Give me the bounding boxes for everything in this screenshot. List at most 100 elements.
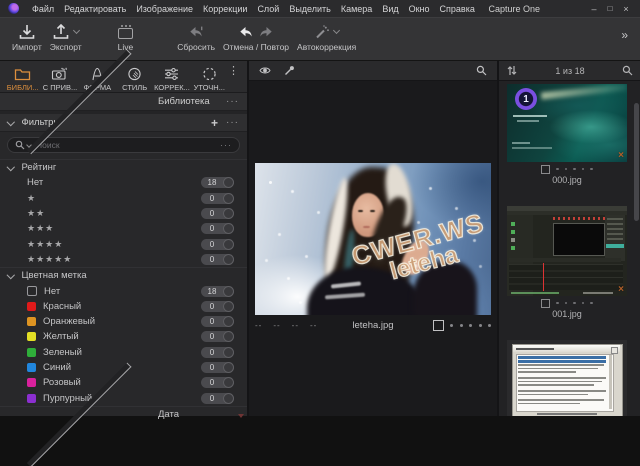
color-row-green[interactable]: Зеленый 0 [0, 345, 247, 360]
count-toggle[interactable]: 0 [201, 347, 234, 358]
menu-edit[interactable]: Редактировать [59, 4, 131, 14]
app-title: Capture One [488, 4, 540, 14]
count-toggle[interactable]: 0 [201, 393, 234, 404]
thumbnail-001[interactable]: × 001.jpg [507, 206, 627, 320]
color-tag-checkbox[interactable] [541, 299, 550, 308]
thumbnail-image[interactable] [507, 340, 627, 416]
thumbnail-002[interactable] [507, 340, 627, 416]
browser-scrollbar[interactable] [634, 103, 639, 221]
maximize-button[interactable]: □ [602, 4, 618, 13]
color-row-orange[interactable]: Оранжевый 0 [0, 314, 247, 329]
count-toggle[interactable]: 0 [201, 223, 234, 234]
main-toolbar: Импорт Экспорт Live Сбросить [0, 17, 640, 61]
proof-eye-icon[interactable] [259, 66, 271, 75]
rating-row-5star[interactable]: ★★★★★ 0 [0, 252, 247, 267]
color-row-purple[interactable]: Пурпурный 0 [0, 390, 247, 405]
color-tag-checkbox[interactable] [433, 320, 444, 331]
browser-zoom-icon[interactable] [622, 65, 633, 76]
snow-bokeh [269, 181, 272, 184]
viewer-zoom-icon[interactable] [476, 65, 487, 76]
count-toggle[interactable]: 0 [201, 316, 234, 327]
minimize-button[interactable]: – [586, 4, 602, 14]
autocorrect-dropdown-icon[interactable] [333, 26, 340, 33]
sort-icon[interactable] [506, 65, 518, 76]
library-section-header[interactable]: Библиотека ··· [0, 93, 247, 111]
undo-redo-button[interactable]: Отмена / Повтор [223, 18, 289, 60]
menu-help[interactable]: Справка [435, 4, 480, 14]
search-more-button[interactable]: ··· [220, 140, 232, 150]
count-toggle[interactable]: 0 [201, 254, 234, 265]
star-icon: ★★ [27, 208, 201, 219]
viewer-toolbar [249, 61, 497, 81]
tab-adjustments[interactable]: КОРРЕК... [153, 64, 190, 92]
toolbar-overflow-button[interactable]: » [617, 28, 632, 42]
browser-header: 1 из 18 [499, 61, 640, 81]
menu-camera[interactable]: Камера [336, 4, 377, 14]
color-row-pink[interactable]: Розовый 0 [0, 375, 247, 390]
count-toggle[interactable]: 0 [201, 377, 234, 388]
date-section-header[interactable]: Дата [0, 406, 247, 422]
count-toggle[interactable]: 18 [201, 286, 234, 297]
menu-file[interactable]: Файл [27, 4, 59, 14]
autocorrect-button[interactable]: Автокоррекция [297, 18, 356, 60]
redo-icon[interactable] [259, 26, 273, 38]
color-tag-checkbox[interactable] [541, 165, 550, 174]
count-toggle[interactable]: 0 [201, 193, 234, 204]
menu-layer[interactable]: Слой [252, 4, 284, 14]
rating-row-2star[interactable]: ★★ 0 [0, 206, 247, 221]
reset-label: Сбросить [177, 42, 215, 52]
close-button[interactable]: × [618, 4, 634, 14]
viewer-area: CWER.WS leteha -------- leteha.jpg [249, 61, 499, 416]
rating-dots[interactable] [550, 168, 593, 171]
color-row-none[interactable]: Нет 18 [0, 283, 247, 298]
import-button[interactable]: Импорт [12, 18, 42, 60]
chevron-down-icon [7, 271, 15, 279]
star-icon: ★★★★★ [27, 254, 201, 265]
menu-image[interactable]: Изображение [131, 4, 198, 14]
undo-icon[interactable] [239, 26, 253, 38]
rating-row-none[interactable]: Нет 18 [0, 175, 247, 190]
color-picker-icon[interactable] [284, 65, 295, 76]
filters-section-header[interactable]: Фильтры + ··· [0, 114, 247, 132]
menu-select[interactable]: Выделить [284, 4, 336, 14]
rating-row-4star[interactable]: ★★★★ 0 [0, 236, 247, 251]
capture-one-splash-logo: 1 [515, 88, 537, 110]
tab-capture[interactable]: С ПРИВ... [41, 64, 78, 92]
color-row-yellow[interactable]: Желтый 0 [0, 329, 247, 344]
image-counter: 1 из 18 [518, 66, 622, 76]
viewer-canvas[interactable]: CWER.WS leteha -------- leteha.jpg [249, 81, 497, 416]
tools-panel: БИБЛИ... С ПРИВ... ФОРМА [0, 61, 249, 416]
tab-library[interactable]: БИБЛИ... [4, 64, 41, 92]
menu-window[interactable]: Окно [404, 4, 435, 14]
count-toggle[interactable]: 0 [201, 331, 234, 342]
export-dropdown-icon[interactable] [73, 26, 80, 33]
tab-refine[interactable]: УТОЧН... [191, 64, 228, 92]
add-filter-button[interactable]: + [211, 118, 218, 128]
rating-section-header[interactable]: Рейтинг [0, 159, 247, 175]
color-swatch-green [27, 348, 36, 357]
rating-dots[interactable] [550, 302, 593, 305]
photo-leteha[interactable]: CWER.WS leteha [255, 163, 491, 315]
export-button[interactable]: Экспорт [50, 18, 82, 60]
menu-view[interactable]: Вид [377, 4, 403, 14]
rating-row-1star[interactable]: ★ 0 [0, 191, 247, 206]
count-toggle[interactable]: 0 [201, 362, 234, 373]
thumbnail-image[interactable]: 1 × [507, 84, 627, 162]
thumbnail-image[interactable]: × [507, 206, 627, 296]
filters-more-button[interactable]: ··· [226, 117, 239, 128]
menu-adjustments[interactable]: Коррекции [198, 4, 252, 14]
rating-dots[interactable] [444, 324, 492, 327]
live-icon [118, 28, 133, 39]
tab-more-button[interactable]: ⋮ [228, 64, 245, 76]
color-row-red[interactable]: Красный 0 [0, 299, 247, 314]
reset-button[interactable]: Сбросить [177, 18, 215, 60]
tab-style[interactable]: СТИЛЬ [116, 64, 153, 92]
rating-row-3star[interactable]: ★★★ 0 [0, 221, 247, 236]
count-toggle[interactable]: 0 [201, 301, 234, 312]
color-label-section-header[interactable]: Цветная метка [0, 267, 247, 283]
library-more-button[interactable]: ··· [226, 96, 239, 107]
count-toggle[interactable]: 18 [201, 177, 234, 188]
count-toggle[interactable]: 0 [201, 208, 234, 219]
count-toggle[interactable]: 0 [201, 239, 234, 250]
thumbnail-000[interactable]: 1 × 000.jpg [507, 84, 627, 186]
